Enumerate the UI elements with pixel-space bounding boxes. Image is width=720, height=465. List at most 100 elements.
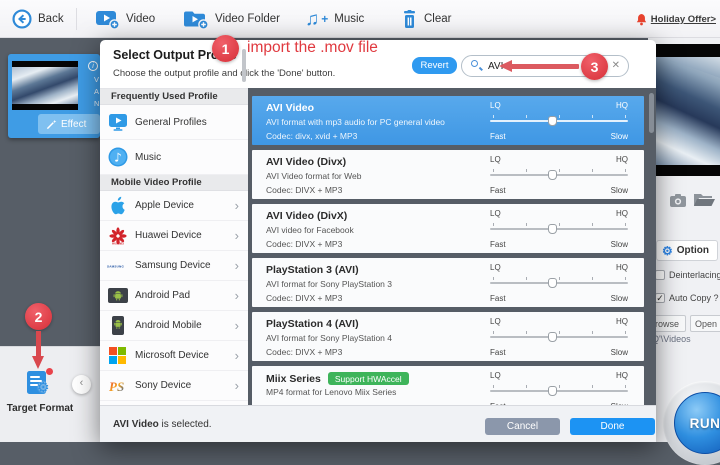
slider-track[interactable] xyxy=(490,277,628,288)
quality-slider[interactable]: LQHQFastSlow xyxy=(490,263,628,303)
sidebar-item-label: General Profiles xyxy=(135,116,207,128)
profile-codec: Codec: DIVX + MP3 xyxy=(266,347,343,357)
clear-label: Clear xyxy=(424,13,452,25)
slider-tick xyxy=(525,277,527,280)
svg-text:♪: ♪ xyxy=(114,151,122,165)
slider-track[interactable] xyxy=(490,385,628,396)
sidebar-item-apple-device[interactable]: Apple Device › xyxy=(100,191,248,221)
slider-thumb[interactable] xyxy=(548,170,558,180)
profile-row-avi-video[interactable]: AVI Video AVI format with mp3 audio for P… xyxy=(252,96,644,145)
annotation-step-1-text: import the .mov file xyxy=(247,39,378,56)
add-video-button[interactable]: Video xyxy=(95,0,155,38)
slider-hq-label: HQ xyxy=(616,101,628,110)
slider-fast-label: Fast xyxy=(490,294,506,303)
video-clip-card[interactable]: i V A N Effect xyxy=(8,54,100,138)
selection-status: AVI Video is selected. xyxy=(113,419,212,430)
target-format-label[interactable]: Target Format xyxy=(0,403,80,414)
collapse-chevron-button[interactable]: ‹ xyxy=(72,375,91,394)
slider-fast-label: Fast xyxy=(490,240,506,249)
magic-wand-icon xyxy=(46,119,57,129)
quality-slider[interactable]: LQHQFastSlow xyxy=(490,371,628,405)
slider-lq-label: LQ xyxy=(490,371,501,380)
music-profile-icon: ♪ xyxy=(107,147,128,168)
sidebar-item-label: Android Pad xyxy=(135,290,191,301)
sidebar-item-music[interactable]: ♪ Music xyxy=(100,140,248,175)
sidebar-item-android-pad[interactable]: Android Pad › xyxy=(100,281,248,311)
add-music-label: Music xyxy=(334,13,365,25)
open-button[interactable]: Open xyxy=(690,315,720,332)
slider-hq-label: HQ xyxy=(616,371,628,380)
holiday-offer-link[interactable]: Holiday Offer> xyxy=(636,0,716,38)
snapshot-camera-icon[interactable] xyxy=(670,193,687,207)
sidebar-item-sony-device[interactable]: PS Sony Device › xyxy=(100,371,248,401)
clip-meta-line: N xyxy=(94,99,100,108)
profile-row-playstation-4-avi-[interactable]: PlayStation 4 (AVI) AVI format for Sony P… xyxy=(252,312,644,361)
add-video-label: Video xyxy=(126,13,156,25)
sidebar-item-microsoft-device[interactable]: Microsoft Device › xyxy=(100,341,248,371)
profile-row-miix-series[interactable]: Miix Series Support HWAccel MP4 format for… xyxy=(252,366,644,405)
add-video-folder-button[interactable]: Video Folder xyxy=(183,0,280,38)
slider-thumb[interactable] xyxy=(548,386,558,396)
quality-slider[interactable]: LQHQFastSlow xyxy=(490,209,628,249)
open-folder-icon[interactable] xyxy=(694,193,715,207)
back-icon xyxy=(12,9,32,29)
sidebar-item-samsung-device[interactable]: SAMSUNG Samsung Device › xyxy=(100,251,248,281)
add-music-button[interactable]: ♫ + Music xyxy=(305,0,364,38)
slider-tick xyxy=(492,223,494,226)
back-button[interactable]: Back xyxy=(12,0,64,38)
slider-track[interactable] xyxy=(490,169,628,180)
slider-tick xyxy=(492,169,494,172)
quality-slider[interactable]: LQHQFastSlow xyxy=(490,155,628,195)
slider-track[interactable] xyxy=(490,331,628,342)
info-icon[interactable]: i xyxy=(88,61,98,71)
auto-copy-checkbox[interactable]: ✓ xyxy=(655,293,665,303)
slider-tick xyxy=(592,115,594,118)
clear-button[interactable]: Clear xyxy=(401,0,451,38)
chevron-right-icon: › xyxy=(234,198,239,213)
auto-copy-checkbox-row[interactable]: ✓ Auto Copy ? xyxy=(655,293,719,303)
quality-slider[interactable]: LQHQFastSlow xyxy=(490,317,628,357)
deinterlacing-checkbox-row[interactable]: Deinterlacing xyxy=(655,270,720,280)
annotation-step-2: 2 xyxy=(25,303,52,330)
selection-status-rest: is selected. xyxy=(158,418,212,430)
profile-category-sidebar: Frequently Used Profile General Profiles ♪… xyxy=(100,88,248,405)
chevron-right-icon: › xyxy=(234,378,239,393)
slider-thumb[interactable] xyxy=(548,224,558,234)
preview-frame xyxy=(656,57,720,165)
slider-thumb[interactable] xyxy=(548,278,558,288)
effect-button[interactable]: Effect xyxy=(38,114,100,134)
slider-tick xyxy=(492,115,494,118)
deinterlacing-label: Deinterlacing xyxy=(669,270,720,280)
profile-row-avi-video-divx-[interactable]: AVI Video (Divx) AVI Video format for Web… xyxy=(252,150,644,199)
sidebar-item-huawei-device[interactable]: HUAWEI Huawei Device › xyxy=(100,221,248,251)
sidebar-item-android-mobile[interactable]: Android Mobile › xyxy=(100,311,248,341)
slider-tick xyxy=(559,169,560,172)
clear-search-icon[interactable]: ✕ xyxy=(612,60,620,71)
option-button[interactable]: ⚙ Option xyxy=(656,240,718,261)
target-format-icon[interactable]: ⚙ xyxy=(27,368,53,396)
profile-description: MP4 format for Lenovo Miix Series xyxy=(266,387,397,397)
cancel-button[interactable]: Cancel xyxy=(485,418,560,435)
profile-row-avi-video-divx-[interactable]: AVI Video (DivX) AVI video for Facebook Co… xyxy=(252,204,644,253)
slider-thumb[interactable] xyxy=(548,116,558,126)
preview-player[interactable] xyxy=(656,44,720,176)
profile-row-playstation-3-avi-[interactable]: PlayStation 3 (AVI) AVI format for Sony P… xyxy=(252,258,644,307)
quality-slider[interactable]: LQHQFastSlow xyxy=(490,101,628,141)
slider-thumb[interactable] xyxy=(548,332,558,342)
run-button[interactable]: RUN xyxy=(674,392,720,454)
apple-icon xyxy=(107,195,128,216)
slider-track[interactable] xyxy=(490,115,628,126)
chevron-right-icon: › xyxy=(234,288,239,303)
slider-tick xyxy=(625,385,627,388)
revert-button[interactable]: Revert xyxy=(412,57,457,74)
sidebar-item-general-profiles[interactable]: General Profiles xyxy=(100,105,248,140)
profile-list-scrollbar[interactable] xyxy=(649,93,654,133)
done-button[interactable]: Done xyxy=(570,418,655,435)
sidebar-item-label: Apple Device xyxy=(135,200,194,211)
profile-title: AVI Video (DivX) xyxy=(266,210,348,222)
profile-title: PlayStation 3 (AVI) xyxy=(266,264,359,276)
profile-description: AVI video for Facebook xyxy=(266,225,354,235)
deinterlacing-checkbox[interactable] xyxy=(655,270,665,280)
sidebar-scrollbar[interactable] xyxy=(242,49,246,82)
slider-track[interactable] xyxy=(490,223,628,234)
